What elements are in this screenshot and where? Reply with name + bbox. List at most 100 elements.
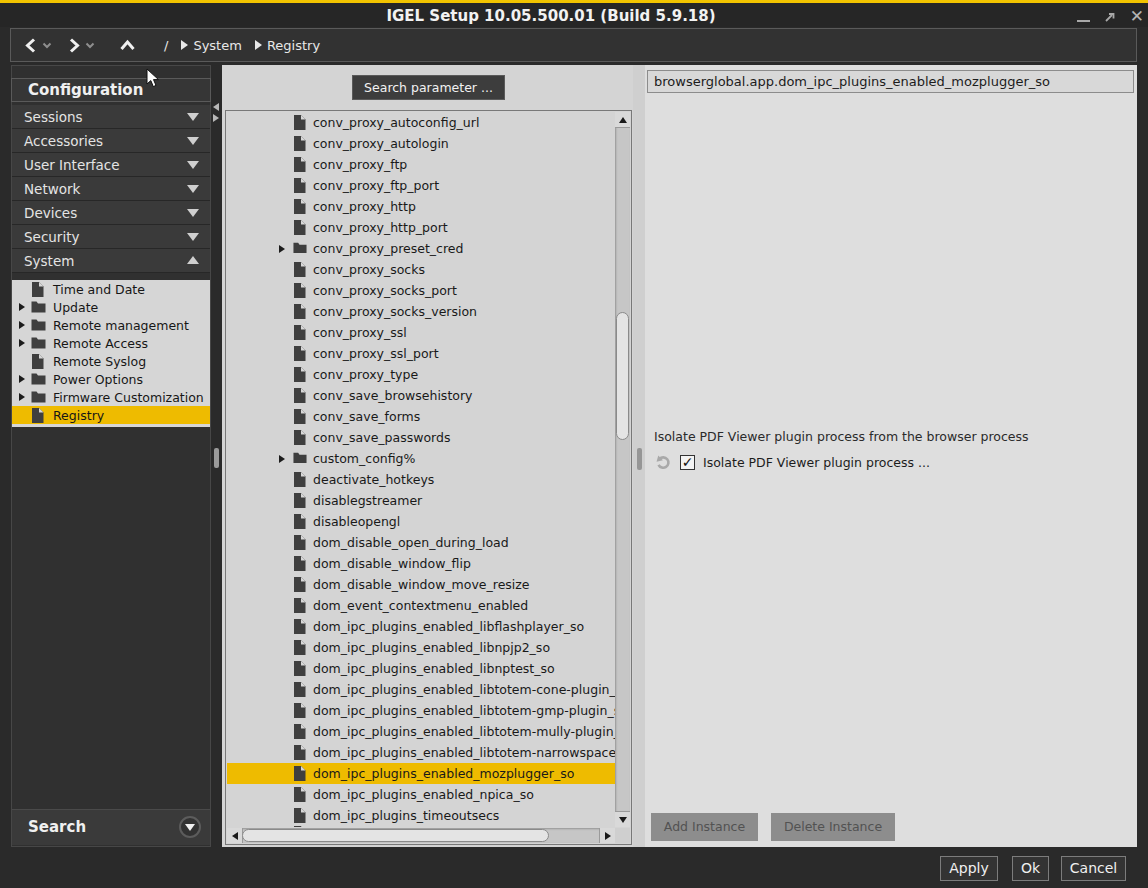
registry-item-conv-proxy-ftp-port[interactable]: conv_proxy_ftp_port xyxy=(227,175,615,196)
up-icon[interactable] xyxy=(119,39,136,51)
file-icon xyxy=(293,826,306,827)
registry-item-dom-ipc-plugins-enabled-libtotem-cone-plugin-so[interactable]: dom_ipc_plugins_enabled_libtotem-cone-pl… xyxy=(227,679,615,700)
horizontal-scrollbar-thumb[interactable] xyxy=(242,829,549,842)
expander-icon[interactable] xyxy=(19,339,25,347)
registry-item-conv-proxy-http[interactable]: conv_proxy_http xyxy=(227,196,615,217)
tree-item-time-and-date[interactable]: Time and Date xyxy=(12,280,210,298)
registry-item-conv-proxy-preset-cred[interactable]: conv_proxy_preset_cred xyxy=(227,238,615,259)
registry-item-conv-proxy-socks[interactable]: conv_proxy_socks xyxy=(227,259,615,280)
expander-icon[interactable] xyxy=(19,375,25,383)
back-dropdown-icon[interactable] xyxy=(42,41,52,49)
sidebar-section-network[interactable]: Network xyxy=(12,177,210,201)
scroll-down-icon[interactable] xyxy=(615,811,630,827)
horizontal-scrollbar[interactable] xyxy=(227,828,615,843)
registry-item-dom-disable-window-flip[interactable]: dom_disable_window_flip xyxy=(227,553,615,574)
forward-dropdown-icon[interactable] xyxy=(85,41,95,49)
folder-icon xyxy=(31,318,46,331)
vertical-scrollbar[interactable] xyxy=(615,112,630,827)
sidebar-section-sessions[interactable]: Sessions xyxy=(12,105,210,129)
file-icon xyxy=(293,766,306,781)
registry-item-dom-ipc-plugins-enabled-libflashplayer-so[interactable]: dom_ipc_plugins_enabled_libflashplayer_s… xyxy=(227,616,615,637)
back-icon[interactable] xyxy=(23,37,39,54)
registry-item-disableopengl[interactable]: disableopengl xyxy=(227,511,615,532)
right-splitter-handle[interactable] xyxy=(637,448,642,470)
registry-item-item[interactable] xyxy=(227,826,615,827)
breadcrumb-registry[interactable]: Registry xyxy=(267,38,320,53)
registry-item-conv-save-browsehistory[interactable]: conv_save_browsehistory xyxy=(227,385,615,406)
splitter-arrows-icon[interactable] xyxy=(213,103,219,122)
maximize-icon[interactable] xyxy=(1102,8,1118,24)
expander-icon[interactable] xyxy=(19,321,25,329)
parameter-path-field[interactable]: browserglobal.app.dom_ipc_plugins_enable… xyxy=(647,70,1134,93)
registry-item-conv-proxy-socks-port[interactable]: conv_proxy_socks_port xyxy=(227,280,615,301)
tree-item-registry[interactable]: Registry xyxy=(12,406,210,424)
search-section[interactable]: Search xyxy=(12,809,210,845)
registry-panel: Search parameter ... conv_proxy_autoconf… xyxy=(222,65,633,847)
left-splitter-handle[interactable] xyxy=(214,448,219,468)
apply-button[interactable]: Apply xyxy=(940,856,998,881)
close-icon[interactable]: ✕ xyxy=(1130,8,1144,24)
cancel-button[interactable]: Cancel xyxy=(1061,856,1126,881)
registry-item-conv-proxy-http-port[interactable]: conv_proxy_http_port xyxy=(227,217,615,238)
expander-icon[interactable] xyxy=(19,303,25,311)
scroll-right-icon[interactable] xyxy=(599,828,615,843)
delete-instance-button[interactable]: Delete Instance xyxy=(771,813,895,841)
registry-item-dom-ipc-plugins-enabled-libnpjp2-so[interactable]: dom_ipc_plugins_enabled_libnpjp2_so xyxy=(227,637,615,658)
registry-item-dom-disable-window-move-resize[interactable]: dom_disable_window_move_resize xyxy=(227,574,615,595)
sidebar-section-devices[interactable]: Devices xyxy=(12,201,210,225)
registry-item-dom-ipc-plugins-enabled-npica-so[interactable]: dom_ipc_plugins_enabled_npica_so xyxy=(227,784,615,805)
registry-item-dom-ipc-plugins-enabled-libtotem-mully-plugin-so[interactable]: dom_ipc_plugins_enabled_libtotem-mully-p… xyxy=(227,721,615,742)
tree-item-remote-management[interactable]: Remote management xyxy=(12,316,210,334)
registry-item-dom-ipc-plugins-enabled-libnptest-so[interactable]: dom_ipc_plugins_enabled_libnptest_so xyxy=(227,658,615,679)
file-icon xyxy=(293,661,306,676)
tree-item-remote-syslog[interactable]: Remote Syslog xyxy=(12,352,210,370)
tree-item-update[interactable]: Update xyxy=(12,298,210,316)
minimize-icon[interactable] xyxy=(1077,20,1090,22)
registry-item-custom-config[interactable]: custom_config% xyxy=(227,448,615,469)
isolate-checkbox[interactable]: ✓ xyxy=(680,455,695,470)
registry-item-conv-proxy-type[interactable]: conv_proxy_type xyxy=(227,364,615,385)
file-icon xyxy=(293,808,306,823)
registry-item-conv-proxy-socks-version[interactable]: conv_proxy_socks_version xyxy=(227,301,615,322)
registry-item-disablegstreamer[interactable]: disablegstreamer xyxy=(227,490,615,511)
expander-icon[interactable] xyxy=(19,393,25,401)
registry-item-conv-proxy-ssl[interactable]: conv_proxy_ssl xyxy=(227,322,615,343)
sidebar-section-security[interactable]: Security xyxy=(12,225,210,249)
registry-item-dom-disable-open-during-load[interactable]: dom_disable_open_during_load xyxy=(227,532,615,553)
registry-item-dom-ipc-plugins-enabled-libtotem-gmp-plugin-so[interactable]: dom_ipc_plugins_enabled_libtotem-gmp-plu… xyxy=(227,700,615,721)
file-icon xyxy=(293,136,306,151)
forward-icon[interactable] xyxy=(66,37,82,54)
vertical-scrollbar-thumb[interactable] xyxy=(616,312,629,440)
search-expand-icon[interactable] xyxy=(179,816,201,838)
tree-item-remote-access[interactable]: Remote Access xyxy=(12,334,210,352)
search-parameter-button[interactable]: Search parameter ... xyxy=(352,75,505,100)
file-icon xyxy=(293,199,306,214)
title-bar: IGEL Setup 10.05.500.01 (Build 5.9.18) ✕ xyxy=(0,0,1148,27)
registry-item-dom-ipc-plugins-enabled-libtotem-narrowspace[interactable]: dom_ipc_plugins_enabled_libtotem-narrows… xyxy=(227,742,615,763)
right-splitter[interactable] xyxy=(633,65,645,847)
expander-icon[interactable] xyxy=(279,245,285,253)
registry-item-conv-proxy-autologin[interactable]: conv_proxy_autologin xyxy=(227,133,615,154)
tree-item-power-options[interactable]: Power Options xyxy=(12,370,210,388)
add-instance-button[interactable]: Add Instance xyxy=(651,813,758,841)
registry-item-conv-proxy-ssl-port[interactable]: conv_proxy_ssl_port xyxy=(227,343,615,364)
sidebar-section-system[interactable]: System xyxy=(12,249,210,273)
scroll-up-icon[interactable] xyxy=(615,112,630,128)
registry-item-dom-event-contextmenu-enabled[interactable]: dom_event_contextmenu_enabled xyxy=(227,595,615,616)
registry-item-dom-ipc-plugins-enabled-mozplugger-so[interactable]: dom_ipc_plugins_enabled_mozplugger_so xyxy=(227,763,615,784)
registry-item-dom-ipc-plugins-timeoutsecs[interactable]: dom_ipc_plugins_timeoutsecs xyxy=(227,805,615,826)
sidebar-section-user-interface[interactable]: User Interface xyxy=(12,153,210,177)
reset-icon[interactable] xyxy=(651,450,676,475)
sidebar-section-accessories[interactable]: Accessories xyxy=(12,129,210,153)
scroll-left-icon[interactable] xyxy=(227,828,243,843)
tree-item-firmware-customization[interactable]: Firmware Customization xyxy=(12,388,210,406)
ok-button[interactable]: Ok xyxy=(1012,856,1049,881)
breadcrumb-system[interactable]: System xyxy=(193,38,241,53)
registry-item-deactivate-hotkeys[interactable]: deactivate_hotkeys xyxy=(227,469,615,490)
expander-icon[interactable] xyxy=(279,455,285,463)
registry-item-conv-save-passwords[interactable]: conv_save_passwords xyxy=(227,427,615,448)
chevron-down-icon xyxy=(187,161,199,169)
registry-item-conv-proxy-ftp[interactable]: conv_proxy_ftp xyxy=(227,154,615,175)
registry-item-conv-proxy-autoconfig-url[interactable]: conv_proxy_autoconfig_url xyxy=(227,112,615,133)
registry-item-conv-save-forms[interactable]: conv_save_forms xyxy=(227,406,615,427)
